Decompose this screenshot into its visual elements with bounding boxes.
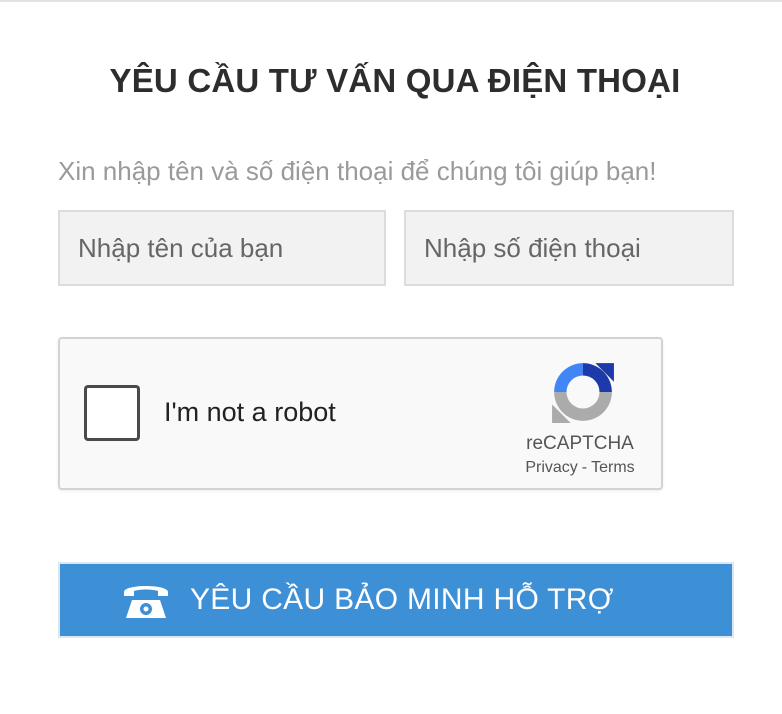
form-title: YÊU CẦU TƯ VẤN QUA ĐIỆN THOẠI xyxy=(109,62,681,99)
recaptcha-links: Privacy - Terms xyxy=(500,459,660,477)
recaptcha-label: I'm not a robot xyxy=(164,397,336,427)
request-support-button[interactable]: YÊU CẦU BẢO MINH HỖ TRỢ xyxy=(58,562,734,638)
phone-input[interactable] xyxy=(404,210,734,286)
telephone-icon xyxy=(124,586,168,618)
consultation-form: YÊU CẦU TƯ VẤN QUA ĐIỆN THOẠI Xin nhập t… xyxy=(0,0,782,714)
link-separator: - xyxy=(581,459,588,476)
request-support-label: YÊU CẦU BẢO MINH HỖ TRỢ xyxy=(190,583,614,616)
terms-link[interactable]: Terms xyxy=(591,459,635,476)
recaptcha-checkbox[interactable] xyxy=(84,385,140,441)
recaptcha-widget: I'm not a robot reCAPTCHA Privacy - Terms xyxy=(58,337,663,490)
recaptcha-brand: reCAPTCHA xyxy=(526,433,634,454)
privacy-link[interactable]: Privacy xyxy=(525,459,577,476)
name-input[interactable] xyxy=(58,210,386,286)
recaptcha-logo-icon xyxy=(552,363,614,423)
form-subtitle: Xin nhập tên và số điện thoại để chúng t… xyxy=(58,156,657,186)
